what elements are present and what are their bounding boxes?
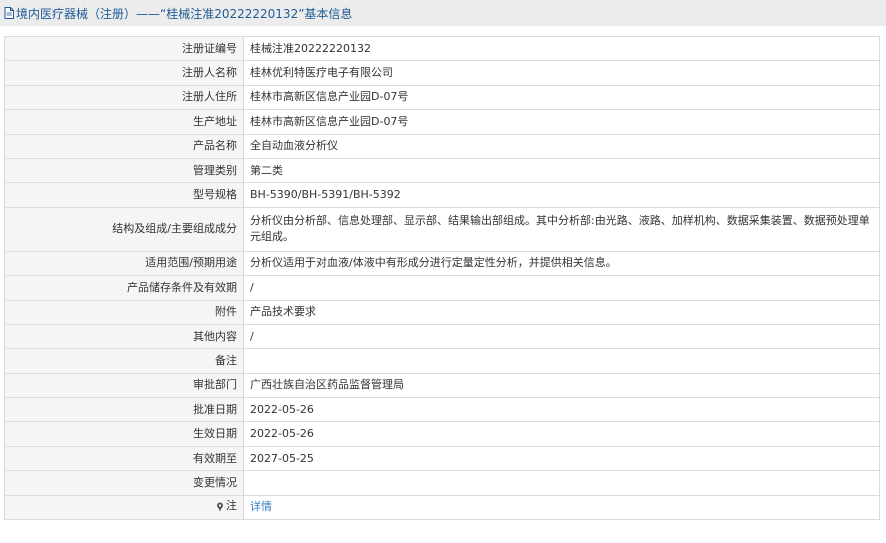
- row-label: 产品储存条件及有效期: [4, 275, 244, 301]
- row-value: 第二类: [243, 157, 880, 184]
- row-label: 适用范围/预期用途: [4, 250, 244, 277]
- note-label-text: 注: [226, 498, 237, 512]
- row-label: 管理类别: [4, 157, 244, 184]
- row-value: 桂林优利特医疗电子有限公司: [243, 60, 880, 86]
- row-label: 附件: [4, 299, 244, 325]
- document-icon: [4, 7, 14, 19]
- note-label-cell: 注: [4, 494, 244, 521]
- row-label: 型号规格: [4, 182, 244, 208]
- row-value: 全自动血液分析仪: [243, 133, 880, 159]
- row-value: /: [243, 275, 880, 301]
- row-label: 结构及组成/主要组成成分: [4, 206, 244, 252]
- page-header: 境内医疗器械（注册）——“桂械注准20222220132”基本信息: [0, 0, 886, 26]
- row-label: 备注: [4, 348, 244, 374]
- table-row: 生效日期 2022-05-26: [4, 421, 880, 447]
- table-row: 产品名称 全自动血液分析仪: [4, 133, 880, 159]
- info-table: 注册证编号 桂械注准20222220132 注册人名称 桂林优利特医疗电子有限公…: [4, 35, 880, 521]
- row-value: 2027-05-25: [243, 445, 880, 472]
- table-row: 型号规格 BH-5390/BH-5391/BH-5392: [4, 182, 880, 208]
- note-value-cell: 详情: [243, 494, 880, 521]
- table-row: 注册人名称 桂林优利特医疗电子有限公司: [4, 60, 880, 86]
- row-label: 生产地址: [4, 109, 244, 135]
- table-row: 审批部门 广西壮族自治区药品监督管理局: [4, 372, 880, 399]
- page-title: 境内医疗器械（注册）——“桂械注准20222220132”基本信息: [16, 6, 353, 21]
- row-value: [243, 470, 880, 496]
- details-link[interactable]: 详情: [250, 500, 272, 513]
- table-row: 适用范围/预期用途 分析仪适用于对血液/体液中有形成分进行定量定性分析，并提供相…: [4, 250, 880, 277]
- note-label: 注: [216, 498, 237, 514]
- table-row-note: 注 详情: [4, 494, 880, 521]
- table-row: 注册证编号 桂械注准20222220132: [4, 35, 880, 62]
- table-row: 结构及组成/主要组成成分 分析仪由分析部、信息处理部、显示部、结果输出部组成。其…: [4, 206, 880, 252]
- row-value: 产品技术要求: [243, 299, 880, 325]
- table-row: 有效期至 2027-05-25: [4, 445, 880, 472]
- row-value: /: [243, 323, 880, 350]
- table-row: 批准日期 2022-05-26: [4, 397, 880, 423]
- row-label: 审批部门: [4, 372, 244, 399]
- row-value: [243, 348, 880, 374]
- row-value: BH-5390/BH-5391/BH-5392: [243, 182, 880, 208]
- row-label: 生效日期: [4, 421, 244, 447]
- row-label: 其他内容: [4, 323, 244, 350]
- row-label: 批准日期: [4, 397, 244, 423]
- table-row: 注册人住所 桂林市高新区信息产业园D-07号: [4, 84, 880, 111]
- table-row: 管理类别 第二类: [4, 157, 880, 184]
- table-row: 产品储存条件及有效期 /: [4, 275, 880, 301]
- row-label: 有效期至: [4, 445, 244, 472]
- row-value: 桂械注准20222220132: [243, 35, 880, 62]
- row-label: 注册人住所: [4, 84, 244, 111]
- pin-icon: [216, 501, 224, 512]
- table-row: 生产地址 桂林市高新区信息产业园D-07号: [4, 109, 880, 135]
- row-label: 变更情况: [4, 470, 244, 496]
- row-value: 2022-05-26: [243, 397, 880, 423]
- row-label: 注册人名称: [4, 60, 244, 86]
- row-value: 广西壮族自治区药品监督管理局: [243, 372, 880, 399]
- row-value: 2022-05-26: [243, 421, 880, 447]
- table-row: 附件 产品技术要求: [4, 299, 880, 325]
- row-value: 桂林市高新区信息产业园D-07号: [243, 84, 880, 111]
- table-row: 变更情况: [4, 470, 880, 496]
- row-value: 分析仪适用于对血液/体液中有形成分进行定量定性分析，并提供相关信息。: [243, 250, 880, 277]
- row-label: 注册证编号: [4, 35, 244, 62]
- row-value: 分析仪由分析部、信息处理部、显示部、结果输出部组成。其中分析部:由光路、液路、加…: [243, 206, 880, 252]
- table-row: 备注: [4, 348, 880, 374]
- row-label: 产品名称: [4, 133, 244, 159]
- table-row: 其他内容 /: [4, 323, 880, 350]
- row-value: 桂林市高新区信息产业园D-07号: [243, 109, 880, 135]
